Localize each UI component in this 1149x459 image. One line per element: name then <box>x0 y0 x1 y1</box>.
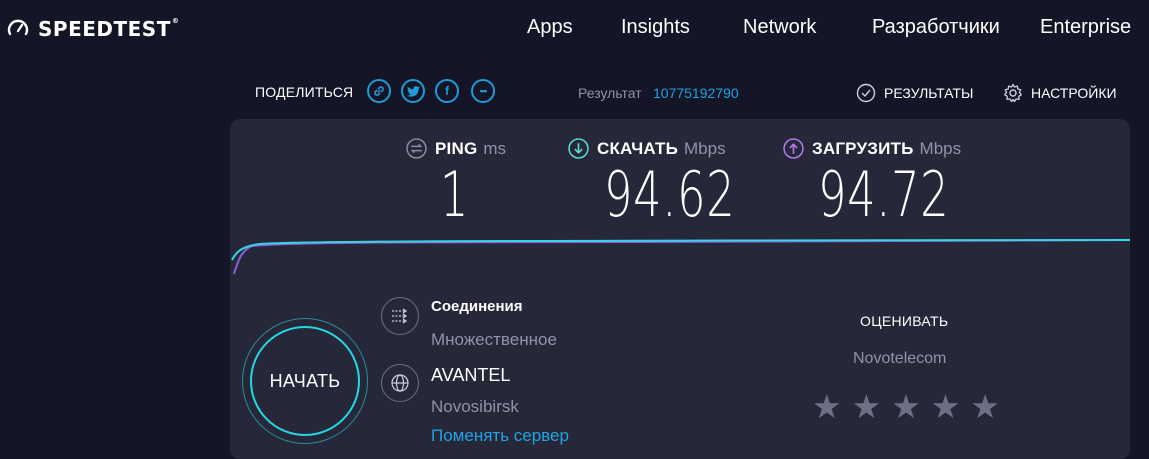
more-icon: ••• <box>479 86 488 96</box>
facebook-icon: f <box>445 84 449 98</box>
nav-apps[interactable]: Apps <box>527 16 573 39</box>
isp-name: Novotelecom <box>853 350 947 367</box>
settings-link[interactable]: НАСТРОЙКИ <box>1003 83 1117 103</box>
ping-label: PING <box>435 138 478 158</box>
logo-text: SPEEDTEST® <box>38 17 180 41</box>
share-more-button[interactable]: ••• <box>471 79 495 103</box>
result-label: Результат <box>578 85 642 101</box>
upload-unit: Mbps <box>919 138 962 158</box>
result-id-link[interactable]: 10775192790 <box>653 85 739 101</box>
logo-trademark: ® <box>171 17 180 25</box>
globe-icon <box>391 374 409 392</box>
check-circle-icon <box>856 83 876 103</box>
share-link-button[interactable] <box>367 79 391 103</box>
upload-value: 94.72 <box>818 158 950 231</box>
results-label: РЕЗУЛЬТАТЫ <box>884 85 974 101</box>
share-label: ПОДЕЛИТЬСЯ <box>255 84 354 100</box>
ping-unit: ms <box>483 138 507 158</box>
nav-developers[interactable]: Разработчики <box>872 16 1000 39</box>
connections-mode[interactable]: Множественное <box>431 330 557 350</box>
star-icon-2[interactable]: ★ <box>852 390 882 423</box>
speed-graph <box>231 239 1130 275</box>
twitter-icon <box>406 85 420 97</box>
ping-value: 1 <box>440 158 470 231</box>
rate-label: ОЦЕНИВАТЬ <box>860 313 949 329</box>
share-twitter-button[interactable] <box>401 79 425 103</box>
connections-title: Соединения <box>431 298 523 315</box>
star-icon-5[interactable]: ★ <box>970 390 1000 423</box>
upload-arrow-icon <box>783 138 804 159</box>
server-icon-wrap <box>381 364 419 402</box>
download-label: СКАЧАТЬ <box>597 138 679 158</box>
start-button-label: НАЧАТЬ <box>269 370 341 391</box>
ping-icon <box>406 138 427 159</box>
upload-label: ЗАГРУЗИТЬ <box>812 138 914 158</box>
speedtest-logo[interactable]: SPEEDTEST® <box>6 14 179 44</box>
start-button[interactable]: НАЧАТЬ <box>250 326 360 436</box>
star-icon-3[interactable]: ★ <box>891 390 921 423</box>
speedometer-icon <box>7 19 29 36</box>
server-city: Novosibirsk <box>431 397 519 416</box>
download-unit: Mbps <box>684 138 726 158</box>
link-icon <box>374 86 384 96</box>
nav-insights[interactable]: Insights <box>621 16 690 39</box>
connections-icon <box>392 308 408 324</box>
nav-enterprise[interactable]: Enterprise <box>1040 16 1131 39</box>
download-header: СКАЧАТЬ Mbps <box>568 138 726 159</box>
download-arrow-icon <box>568 138 589 159</box>
gear-icon <box>1004 83 1022 103</box>
star-icon-1[interactable]: ★ <box>812 390 842 423</box>
server-name: AVANTEL <box>431 365 511 385</box>
results-link[interactable]: РЕЗУЛЬТАТЫ <box>856 83 973 103</box>
download-value: 94.62 <box>604 158 736 231</box>
nav-network[interactable]: Network <box>743 16 816 39</box>
change-server-link[interactable]: Поменять сервер <box>431 426 569 446</box>
star-icon-4[interactable]: ★ <box>931 390 961 423</box>
ping-header: PING ms <box>406 138 506 159</box>
connections-icon-wrap <box>381 297 419 335</box>
settings-label: НАСТРОЙКИ <box>1031 85 1117 101</box>
upload-header: ЗАГРУЗИТЬ Mbps <box>783 138 961 159</box>
share-facebook-button[interactable]: f <box>435 79 459 103</box>
upload-speed-line <box>233 239 1130 275</box>
rating-stars[interactable]: ★ ★ ★ ★ ★ <box>812 390 1000 423</box>
